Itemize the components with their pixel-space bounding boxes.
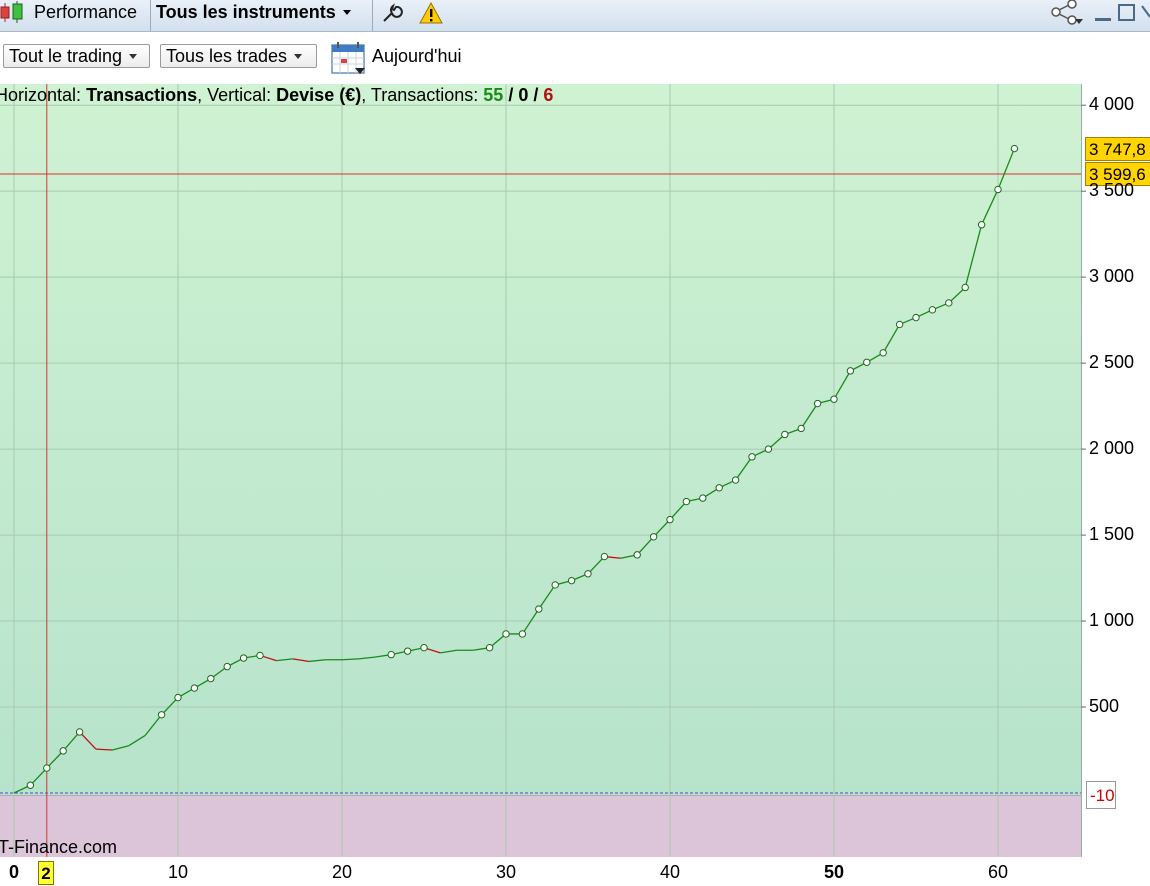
equity-segment	[309, 659, 326, 663]
data-point	[633, 551, 641, 559]
data-point	[26, 781, 35, 789]
equity-segment	[292, 658, 310, 663]
data-point	[846, 367, 855, 375]
equity-curve-chart[interactable]	[0, 0, 1150, 886]
data-point	[781, 430, 789, 439]
equity-segment	[538, 584, 556, 610]
data-point	[174, 693, 182, 702]
horizontal-label: Horizontal:	[0, 85, 82, 105]
equity-segment	[128, 734, 146, 747]
data-point	[649, 533, 658, 541]
data-point	[715, 484, 723, 492]
data-point	[403, 647, 412, 655]
neutral-count: 0	[518, 85, 529, 105]
equity-segment	[144, 714, 163, 736]
data-point	[239, 654, 248, 662]
y-tick-label: 500	[1089, 696, 1120, 717]
data-point	[994, 185, 1002, 194]
data-point	[945, 299, 953, 307]
data-point	[387, 650, 395, 659]
vertical-value: Devise (€)	[276, 85, 362, 105]
data-point	[420, 644, 428, 652]
losing-count: 6	[543, 85, 554, 105]
winning-count: 55	[483, 85, 504, 105]
data-point	[256, 651, 264, 660]
data-point	[797, 424, 805, 433]
y-tick-label: 2 000	[1089, 438, 1135, 459]
equity-segment	[981, 189, 999, 225]
x-tick-label: 0	[8, 862, 20, 882]
y-tick-label: 1 000	[1089, 610, 1135, 631]
data-point	[895, 320, 904, 329]
data-point	[682, 497, 691, 506]
equity-segment	[276, 658, 293, 662]
data-point	[813, 399, 822, 408]
separator-2: /	[533, 85, 539, 105]
x-tick-label: 10	[167, 862, 189, 882]
data-point	[1010, 144, 1019, 153]
data-point	[43, 764, 51, 772]
data-point	[223, 662, 231, 671]
data-point	[567, 576, 576, 585]
data-point	[502, 630, 510, 638]
data-point	[157, 711, 166, 719]
equity-segment	[964, 224, 983, 288]
data-point	[485, 644, 494, 652]
data-point	[731, 476, 740, 484]
watermark: T-Finance.com	[0, 837, 118, 857]
data-point	[699, 494, 707, 502]
horizontal-value: Transactions	[86, 85, 198, 105]
data-point	[190, 684, 199, 692]
y-tick-label: 3 500	[1089, 180, 1135, 201]
x-tick-label: 40	[659, 862, 681, 882]
data-point	[59, 747, 67, 755]
data-point	[928, 306, 937, 314]
y-tick-label: 3 000	[1089, 266, 1135, 287]
y-tick-label: 4 000	[1089, 94, 1135, 115]
data-point	[584, 570, 592, 578]
data-point	[977, 221, 986, 229]
equity-segment	[800, 403, 819, 429]
chart-info-line: Horizontal: Transactions, Vertical: Devi…	[0, 85, 553, 106]
equity-segment	[997, 148, 1016, 190]
data-point	[863, 358, 871, 366]
vertical-label: , Vertical:	[197, 85, 272, 105]
equity-segment	[882, 324, 901, 354]
data-point	[518, 630, 527, 638]
data-point	[600, 552, 609, 561]
equity-segment	[112, 745, 129, 751]
x-tick-label: 20	[331, 862, 353, 882]
y-tick-label: 2 500	[1089, 352, 1135, 373]
equity-segment	[341, 658, 359, 661]
data-point	[666, 515, 674, 524]
x-tick-label: 30	[495, 862, 517, 882]
data-point	[961, 283, 969, 292]
equity-segment	[62, 731, 81, 752]
data-point	[207, 674, 215, 683]
equity-segment	[95, 748, 113, 751]
x-tick-label: 60	[987, 862, 1009, 882]
equity-segment	[440, 649, 457, 654]
data-point	[551, 581, 559, 589]
negative-value-tag: -10	[1086, 781, 1116, 809]
cursor-x-tag: 2	[38, 861, 54, 885]
x-tick-label: 50	[823, 862, 845, 882]
transactions-label: , Transactions:	[361, 85, 479, 105]
y-tick-label: 1 500	[1089, 524, 1135, 545]
equity-segment	[833, 370, 851, 400]
data-point	[75, 728, 84, 736]
data-point	[912, 313, 920, 322]
last-value-tag: 3 747,8	[1085, 137, 1150, 161]
equity-segment	[358, 656, 375, 660]
separator-1: /	[508, 85, 514, 105]
equity-segment	[735, 456, 753, 481]
data-point	[830, 395, 838, 403]
data-point	[535, 605, 543, 613]
data-point	[879, 349, 887, 357]
data-point	[764, 445, 773, 453]
data-point	[748, 453, 756, 461]
